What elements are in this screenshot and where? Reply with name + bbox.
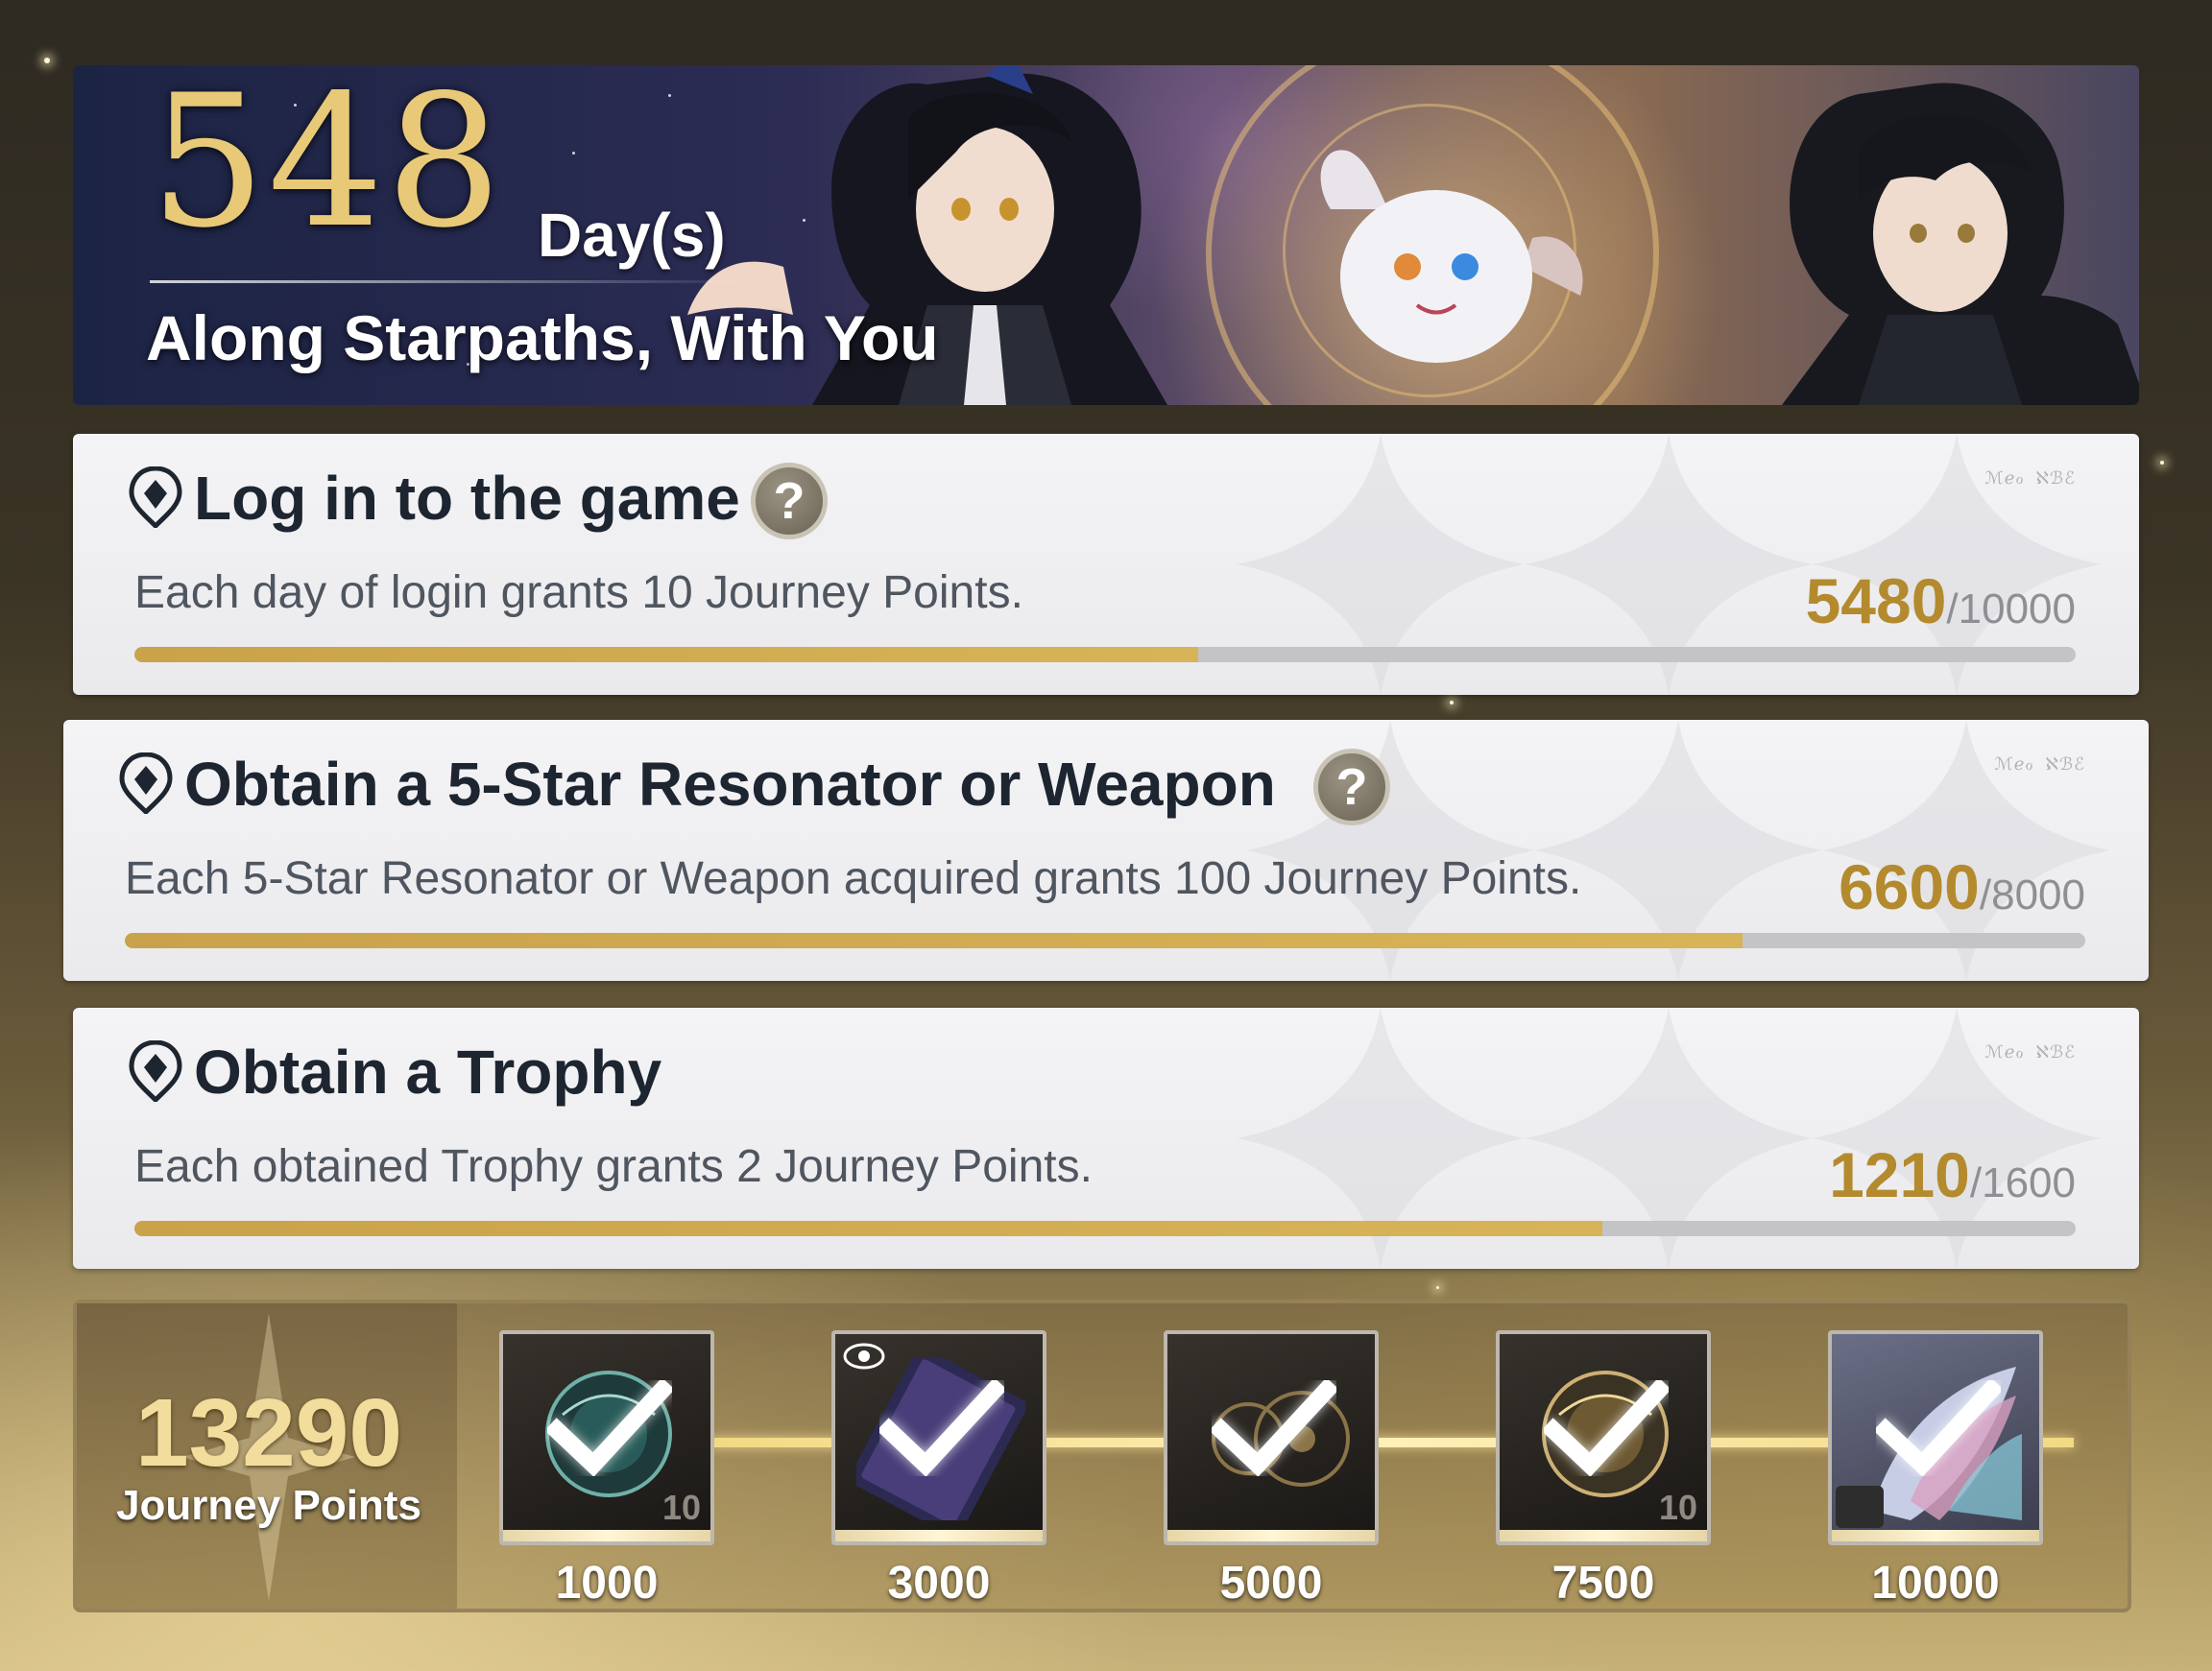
task-description: Each 5-Star Resonator or Weapon acquired…: [125, 853, 1582, 904]
milestone-threshold: 5000: [1219, 1558, 1323, 1609]
background-sparkle: [1436, 1286, 1439, 1289]
claimed-check-icon: [547, 1380, 672, 1476]
journey-points-total: 13290: [134, 1379, 403, 1487]
journey-rewards-panel: 13290 Journey Points 10 1000 3000 5000 1…: [73, 1300, 2131, 1612]
claimed-check-icon: [1544, 1380, 1669, 1476]
white-creature-illustration: [1320, 150, 1583, 363]
progress-fill: [125, 933, 1743, 948]
progress-total: /10000: [1946, 585, 2076, 633]
banner-star: [572, 152, 575, 155]
background-sparkle: [2160, 461, 2164, 465]
task-card-five-star: Obtain a 5-Star Resonator or Weapon ? ℳℯ…: [63, 720, 2149, 981]
location-pin-icon: [119, 752, 173, 814]
claimed-check-icon: [1876, 1380, 2001, 1476]
milestone-reward-7500[interactable]: 10: [1496, 1330, 1711, 1545]
milestone-reward-5000[interactable]: [1164, 1330, 1379, 1545]
milestone-reward-10000[interactable]: [1828, 1330, 2043, 1545]
task-card-login: Log in to the game ? ℳℯℴ ℵℬℰ Each day of…: [73, 434, 2139, 695]
task-progress-count: 5480/10000: [1806, 564, 2076, 637]
decorative-glyph-text: ℳℯℴ ℵℬℰ: [1994, 754, 2085, 775]
help-button[interactable]: ?: [1313, 749, 1390, 825]
days-count: 548: [150, 65, 504, 268]
eye-preview-icon[interactable]: [843, 1342, 885, 1371]
location-pin-icon: [129, 1040, 182, 1102]
milestone-underline: [503, 1530, 710, 1541]
progress-current: 6600: [1839, 851, 1980, 922]
claimed-check-icon: [1212, 1380, 1336, 1476]
milestone-reward-3000[interactable]: [831, 1330, 1046, 1545]
task-title: Obtain a Trophy: [194, 1038, 662, 1107]
milestone-underline: [1500, 1530, 1707, 1541]
milestone-threshold: 10000: [1871, 1558, 2000, 1609]
progress-total: /1600: [1969, 1159, 2076, 1206]
claimed-check-icon: [879, 1380, 1004, 1476]
item-type-badge-icon: [1836, 1486, 1884, 1528]
question-mark-icon: ?: [1335, 758, 1368, 816]
task-description: Each obtained Trophy grants 2 Journey Po…: [134, 1141, 1093, 1192]
question-mark-icon: ?: [773, 472, 805, 530]
task-progress-bar: [125, 933, 2085, 948]
progress-current: 1210: [1829, 1139, 1970, 1210]
background-sparkle: [44, 58, 50, 63]
progress-current: 5480: [1805, 565, 1947, 636]
milestone-reward-1000[interactable]: 10: [499, 1330, 714, 1545]
reward-quantity: 10: [661, 1488, 701, 1527]
task-progress-count: 6600/8000: [1839, 850, 2085, 923]
progress-total: /8000: [1979, 871, 2085, 919]
task-title: Log in to the game: [194, 464, 740, 533]
progress-fill: [134, 1221, 1602, 1236]
days-unit-label: Day(s): [538, 201, 726, 270]
milestone-threshold: 7500: [1551, 1558, 1655, 1609]
milestone-threshold: 3000: [887, 1558, 991, 1609]
male-character-illustration: [1782, 83, 2139, 405]
help-button[interactable]: ?: [751, 463, 828, 539]
decorative-glyph-text: ℳℯℴ ℵℬℰ: [1984, 468, 2076, 489]
task-card-trophy: Obtain a Trophy ℳℯℴ ℵℬℰ Each obtained Tr…: [73, 1008, 2139, 1269]
milestone-underline: [1832, 1530, 2039, 1541]
milestone-underline: [1167, 1530, 1375, 1541]
task-title: Obtain a 5-Star Resonator or Weapon: [184, 750, 1276, 819]
journey-points-label: Journey Points: [116, 1482, 421, 1529]
task-progress-bar: [134, 1221, 2076, 1236]
decorative-glyph-text: ℳℯℴ ℵℬℰ: [1984, 1042, 2076, 1062]
task-description: Each day of login grants 10 Journey Poin…: [134, 567, 1023, 618]
location-pin-icon: [129, 466, 182, 528]
milestone-underline: [835, 1530, 1043, 1541]
anniversary-banner: 548 Day(s) Along Starpaths, With You: [73, 65, 2139, 405]
banner-tagline: Along Starpaths, With You: [146, 302, 939, 373]
task-progress-count: 1210/1600: [1829, 1138, 2076, 1211]
task-progress-bar: [134, 647, 2076, 662]
banner-divider: [150, 280, 764, 283]
progress-fill: [134, 647, 1199, 662]
milestone-threshold: 1000: [555, 1558, 659, 1609]
reward-quantity: 10: [1658, 1488, 1697, 1527]
background-sparkle: [1450, 701, 1454, 704]
